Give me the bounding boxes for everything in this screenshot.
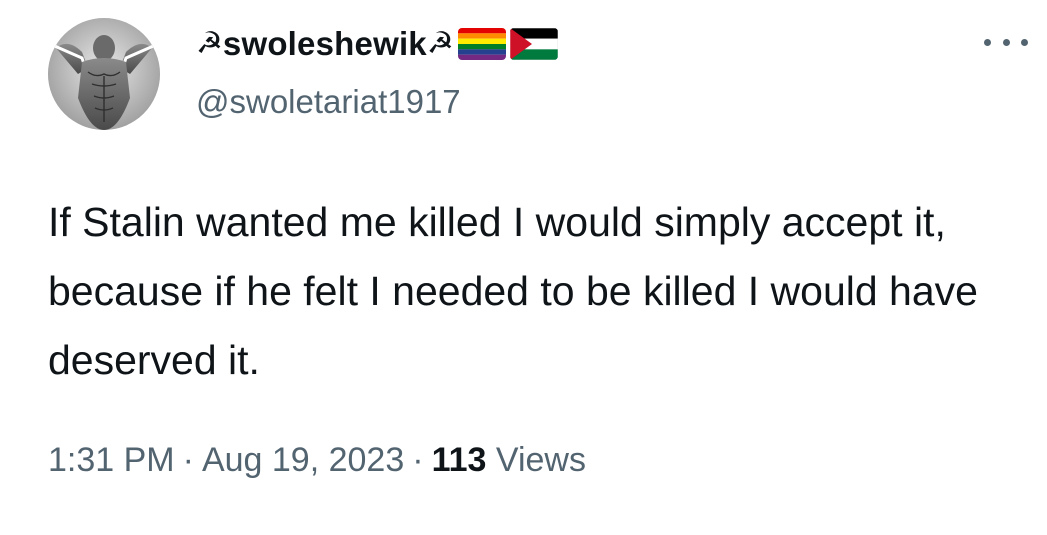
- views-label: Views: [495, 441, 586, 479]
- hammer-sickle-icon: ☭: [196, 26, 223, 61]
- tweet-time[interactable]: 1:31 PM: [48, 441, 175, 479]
- tweet-text: If Stalin wanted me killed I would simpl…: [48, 199, 978, 383]
- rainbow-flag-icon: [457, 28, 506, 60]
- hammer-sickle-icon: ☭: [426, 26, 454, 61]
- more-dot: [1002, 38, 1010, 46]
- palestine-flag-icon: [509, 28, 558, 60]
- display-name[interactable]: swoleshewik: [223, 22, 427, 66]
- avatar[interactable]: [48, 18, 160, 130]
- user-handle[interactable]: @swoletariat1917: [196, 80, 461, 124]
- meta-separator: ·: [412, 441, 424, 479]
- views-count: 113: [431, 441, 487, 479]
- tweet-date[interactable]: Aug 19, 2023: [202, 441, 404, 479]
- more-options-icon[interactable]: [984, 32, 1028, 52]
- tweet-card: ☭ swoleshewik ☭ @swoletariat1917 If Stal…: [0, 0, 1047, 535]
- avatar-image: [48, 18, 160, 130]
- more-dot: [1021, 38, 1028, 46]
- display-name-row[interactable]: ☭ swoleshewik ☭: [196, 22, 558, 66]
- meta-separator: ·: [182, 441, 194, 479]
- tweet-meta: 1:31 PM · Aug 19, 2023 · 113 Views: [48, 438, 586, 482]
- more-dot: [984, 38, 991, 46]
